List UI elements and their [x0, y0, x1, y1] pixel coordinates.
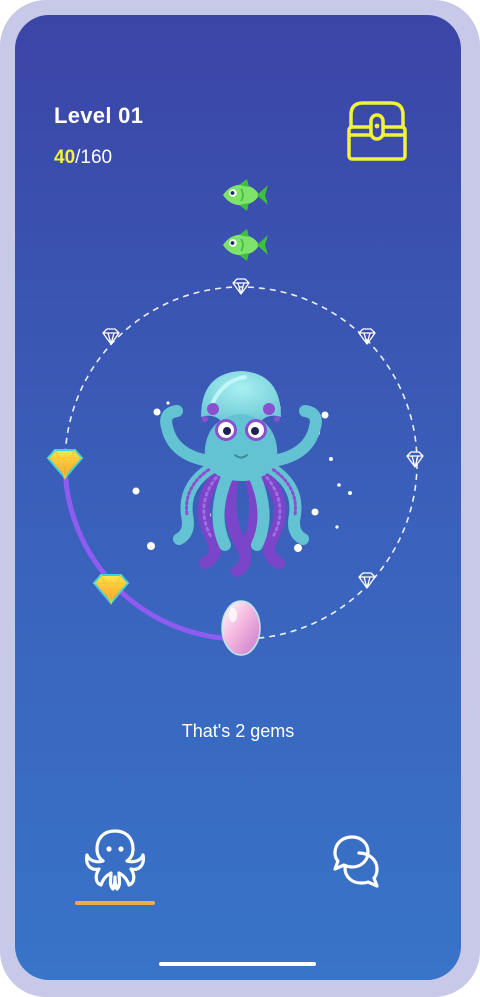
chat-bubbles-icon: [333, 835, 379, 888]
diamond-icon: [46, 449, 84, 480]
gem-slot: [358, 572, 376, 589]
diamond-icon: [406, 451, 424, 468]
active-tab-indicator: [75, 901, 155, 905]
octopus-mascot: [160, 371, 322, 577]
collected-gem-1: [46, 449, 84, 481]
egg-icon: [221, 600, 261, 656]
diamond-icon: [358, 572, 376, 589]
game-screen: Level 01 40/160 That's 2 gems: [15, 15, 461, 980]
gem-slot: [406, 451, 424, 468]
phone-frame: Level 01 40/160 That's 2 gems: [0, 0, 480, 997]
gems-caption: That's 2 gems: [181, 721, 295, 741]
octopus-icon: [85, 829, 145, 891]
gem-slot: [102, 328, 120, 345]
diamond-icon: [358, 328, 376, 345]
collected-gem-2: [92, 574, 130, 606]
home-indicator[interactable]: [159, 962, 316, 966]
diamond-icon: [92, 574, 130, 605]
gem-slot: [358, 328, 376, 345]
diamond-icon: [102, 328, 120, 345]
nav-chat-button[interactable]: [321, 819, 401, 899]
nav-octopus-button[interactable]: [75, 819, 155, 899]
egg: [221, 600, 261, 656]
